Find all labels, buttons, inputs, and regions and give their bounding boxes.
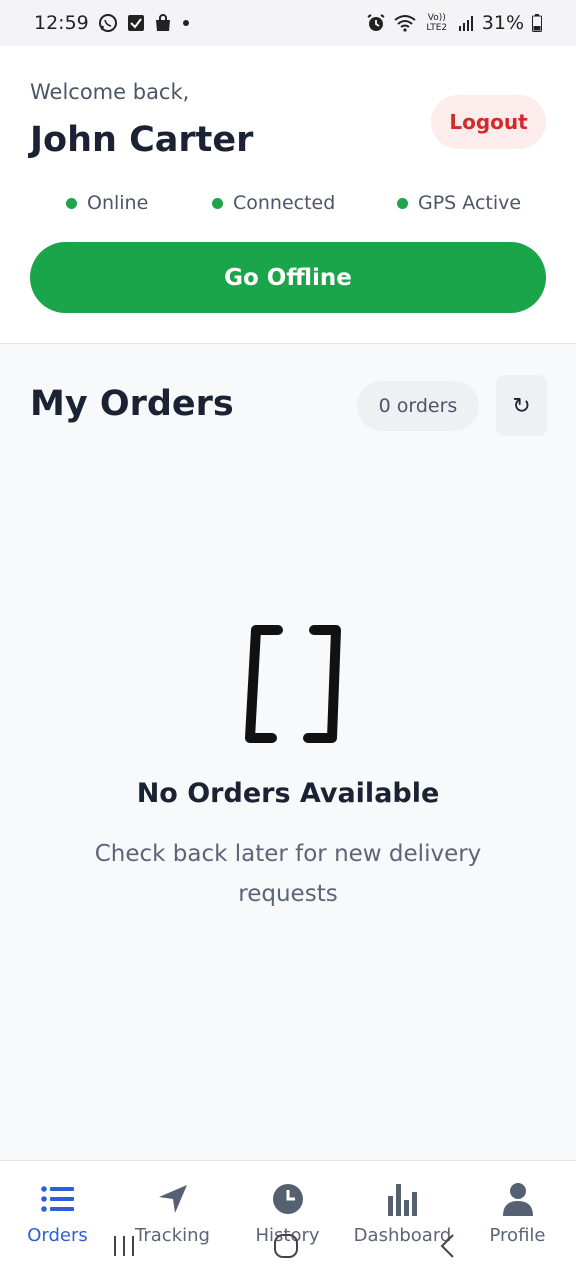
signal-bars-icon [458,15,474,31]
back-icon[interactable] [428,1226,468,1266]
online-dot-icon [66,197,77,209]
logout-button[interactable]: Logout [431,95,546,149]
empty-state-title: No Orders Available [136,778,440,809]
status-online: Online [66,192,148,214]
network-label: Vo)) LTE2 [426,13,448,33]
connected-dot-icon [212,197,223,209]
shopping-bag-icon [154,14,172,32]
wifi-icon [394,14,416,32]
status-gps-label: GPS Active [418,192,522,214]
driver-name: John Carter [30,120,254,160]
orders-count-badge: 0 orders [357,381,479,431]
status-row: Online Connected GPS Active [0,192,576,222]
status-connected-label: Connected [233,192,336,214]
driver-header: Welcome back, John Carter Logout Online … [0,46,576,344]
refresh-icon: ↻ [512,392,531,418]
alarm-icon [366,13,386,33]
recent-apps-icon[interactable] [104,1226,144,1266]
battery-icon [532,14,542,32]
status-time: 12:59 [34,12,89,34]
list-icon [40,1181,76,1217]
user-icon [500,1181,536,1217]
status-connected: Connected [212,192,335,214]
gps-dot-icon [397,197,408,209]
status-gps: GPS Active [397,192,521,214]
nav-orders-label: Orders [27,1225,88,1246]
home-icon[interactable] [266,1226,306,1266]
app-screen: 12:59 Vo)) LTE2 31% Welcome back, John C… [0,0,576,1280]
nav-profile-label: Profile [489,1225,546,1246]
status-bar: 12:59 Vo)) LTE2 31% [0,0,576,46]
empty-state-subtitle: Check back later for new delivery reques… [94,841,482,907]
go-offline-button[interactable]: Go Offline [30,242,546,313]
checkbox-icon [127,14,145,32]
bar-chart-icon [385,1181,421,1217]
status-online-label: Online [87,192,149,214]
nav-orders[interactable]: Orders [0,1181,115,1253]
refresh-button[interactable]: ↻ [496,375,547,436]
orders-title: My Orders [30,384,234,424]
whatsapp-icon [98,13,118,33]
nav-tracking-label: Tracking [135,1225,210,1246]
notification-dot-icon [181,18,191,28]
clock-icon [270,1181,306,1217]
navigation-arrow-icon [155,1181,191,1217]
status-left: 12:59 [34,12,191,34]
empty-box-icon [228,622,348,748]
status-right: Vo)) LTE2 31% [366,12,542,34]
nav-profile[interactable]: Profile [460,1181,575,1253]
battery-percent: 31% [481,12,524,34]
welcome-text: Welcome back, [30,80,190,104]
